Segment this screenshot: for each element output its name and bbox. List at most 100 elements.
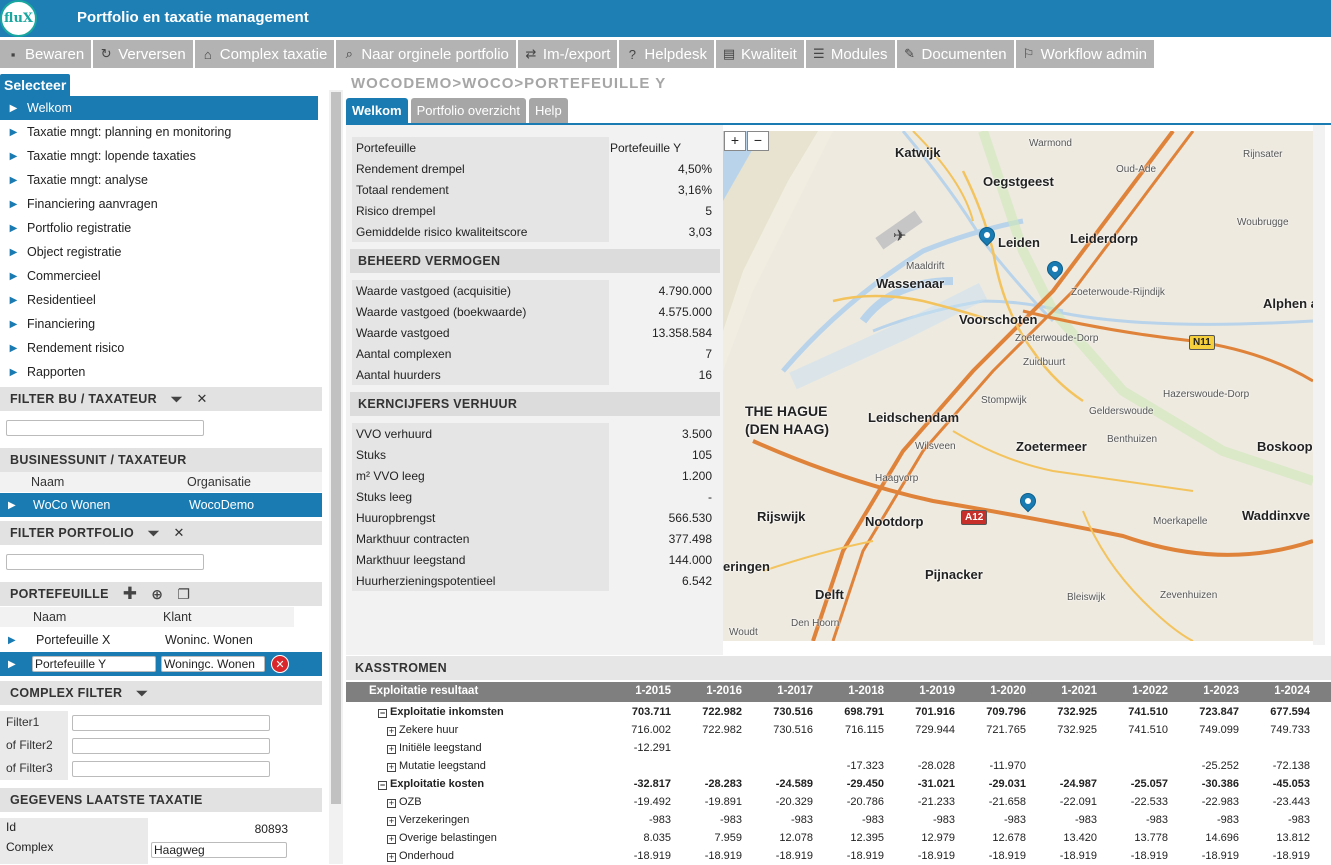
nav-item-welkom[interactable]: ▶ Welkom — [0, 96, 318, 120]
kasstromen-row[interactable]: − Exploitatie inkomsten 703.711 722.982 730.… — [346, 703, 1331, 721]
naar-orginele-portfolio-button[interactable]: ⌕ Naar orginele portfolio — [336, 40, 516, 68]
zoom-out-button[interactable]: − — [747, 131, 769, 151]
delete-icon[interactable]: ✕ — [271, 655, 289, 673]
filter3-input[interactable] — [72, 761, 270, 777]
pf-col-naam[interactable]: Naam — [33, 610, 66, 624]
add-icon[interactable]: ✚ — [123, 584, 138, 604]
modules-button[interactable]: ☰ Modules — [805, 40, 895, 68]
kasstromen-cell: -18.919 — [917, 850, 955, 862]
complex-taxatie-button[interactable]: ⌂ Complex taxatie — [194, 40, 335, 68]
nav-item-label: Commercieel — [27, 269, 101, 283]
filter-portfolio-input[interactable] — [6, 554, 204, 570]
year-header[interactable]: 1-2020 — [956, 685, 1026, 697]
beheerd-value: 7 — [705, 346, 712, 361]
nav-item-rapporten[interactable]: ▶ Rapporten — [0, 360, 318, 384]
kasstromen-cell: -983 — [861, 814, 884, 826]
bu-row[interactable]: ▶ WoCo Wonen WocoDemo — [0, 493, 322, 517]
documenten-button[interactable]: ✎ Documenten — [896, 40, 1014, 68]
bewaren-button[interactable]: ▪ Bewaren — [0, 40, 92, 68]
collapse-icon[interactable]: − — [378, 781, 387, 790]
funnel-icon[interactable]: ⏷ — [171, 391, 183, 408]
nav-arrow-icon: ▶ — [9, 150, 18, 162]
map-view[interactable]: ✈ Katwijk Oegstgeest Leiden Leiderdorp Wasse… — [723, 131, 1313, 641]
flux-logo[interactable]: fluX — [0, 0, 37, 37]
kwaliteit-button[interactable]: ▤ Kwaliteit — [715, 40, 804, 68]
pf-row-selected[interactable]: ▶ ✕ — [0, 652, 322, 676]
funnel-icon[interactable]: ⏷ — [148, 525, 160, 542]
nav-item-taxatie-mngt-analyse[interactable]: ▶ Taxatie mngt: analyse — [0, 168, 318, 192]
verversen-button[interactable]: ↻ Verversen — [93, 40, 193, 68]
pf-col-klant[interactable]: Klant — [163, 610, 192, 624]
im-export-button[interactable]: ⇄ Im-/export — [517, 40, 618, 68]
nav-item-object-registratie[interactable]: ▶ Object registratie — [0, 240, 318, 264]
kasstromen-row[interactable]: + Zekere huur 716.002 722.982 730.516 716.115… — [346, 721, 1331, 739]
collapse-icon[interactable]: − — [378, 709, 387, 718]
filter-bu-input[interactable] — [6, 420, 204, 436]
nav-item-financiering[interactable]: ▶ Financiering — [0, 312, 318, 336]
expand-icon[interactable]: + — [387, 799, 396, 808]
map-label: eringen — [723, 559, 770, 574]
expand-icon[interactable]: + — [387, 763, 396, 772]
tab-help[interactable]: Help — [528, 98, 568, 124]
tab-welkom[interactable]: Welkom — [346, 98, 408, 124]
close-icon[interactable]: ✕ — [196, 391, 207, 407]
nav-item-financiering-aanvragen[interactable]: ▶ Financiering aanvragen — [0, 192, 318, 216]
kasstromen-cell: -24.589 — [775, 778, 813, 790]
kasstromen-cell: -17.323 — [846, 760, 884, 772]
kasstromen-row[interactable]: + Overige belastingen 8.035 7.959 12.078 12.3… — [346, 829, 1331, 847]
funnel-icon[interactable]: ⏷ — [136, 685, 148, 702]
tab-portfolio-overzicht[interactable]: Portfolio overzicht — [410, 98, 526, 124]
zoom-in-icon[interactable]: ⊕ — [151, 586, 163, 603]
filter2-input[interactable] — [72, 738, 270, 754]
year-header[interactable]: 1-2022 — [1098, 685, 1168, 697]
kasstromen-row[interactable]: − Exploitatie kosten -32.817 -28.283 -24.589… — [346, 775, 1331, 793]
year-header[interactable]: 1-2021 — [1027, 685, 1097, 697]
expand-icon[interactable]: + — [387, 835, 396, 844]
pf-naam-input[interactable] — [32, 656, 156, 672]
kasstromen-row[interactable]: + Verzekeringen -983 -983 -983 -983 -983 -983 -9… — [346, 811, 1331, 829]
gegevens-complex-input[interactable] — [151, 842, 287, 858]
nav-item-residentieel[interactable]: ▶ Residentieel — [0, 288, 318, 312]
kasstromen-row[interactable]: + Onderhoud -18.919 -18.919 -18.919 -18.919 -1… — [346, 847, 1331, 865]
expand-icon[interactable]: + — [387, 745, 396, 754]
nav-item-commercieel[interactable]: ▶ Commercieel — [0, 264, 318, 288]
kasstromen-row[interactable]: + Mutatie leegstand -17.323 -28.028 -11.970 -… — [346, 757, 1331, 775]
year-header[interactable]: 1-2017 — [743, 685, 813, 697]
kasstromen-cell: 732.925 — [1057, 706, 1097, 718]
zoom-in-button[interactable]: + — [724, 131, 746, 151]
summary-label: Rendement drempel — [356, 161, 465, 176]
map-scrollbar[interactable] — [1313, 125, 1325, 645]
kasstromen-row-text: OZB — [399, 796, 422, 808]
year-header[interactable]: 1-2016 — [672, 685, 742, 697]
year-header[interactable]: 1-2024 — [1240, 685, 1310, 697]
year-header[interactable]: 1-2015 — [601, 685, 671, 697]
kasstromen-cell: 722.982 — [702, 706, 742, 718]
year-header[interactable]: 1-2019 — [885, 685, 955, 697]
portefeuille-title: PORTEFEUILLE — [10, 587, 109, 601]
expand-icon[interactable]: + — [387, 853, 396, 862]
left-scrollbar-thumb[interactable] — [331, 92, 341, 804]
workflow-admin-button[interactable]: ⚐ Workflow admin — [1015, 40, 1155, 68]
nav-item-rendement-risico[interactable]: ▶ Rendement risico — [0, 336, 318, 360]
expand-icon[interactable]: + — [387, 727, 396, 736]
year-header[interactable]: 1-2018 — [814, 685, 884, 697]
year-header[interactable]: 1-2023 — [1169, 685, 1239, 697]
expand-icon[interactable]: + — [387, 817, 396, 826]
kasstromen-row[interactable]: + OZB -19.492 -19.891 -20.329 -20.786 -21.233 -… — [346, 793, 1331, 811]
pf-klant-input[interactable] — [161, 656, 265, 672]
beheerd-row: Aantal complexen 7 — [352, 343, 712, 364]
nav-item-taxatie-mngt-planning-en-monitoring[interactable]: ▶ Taxatie mngt: planning en monitoring — [0, 120, 318, 144]
helpdesk-button[interactable]: ? Helpdesk — [619, 40, 714, 68]
bu-col-naam[interactable]: Naam — [31, 475, 64, 489]
pf-row[interactable]: ▶ Portefeuille X Woninc. Wonen — [0, 628, 322, 652]
close-icon[interactable]: ✕ — [174, 525, 185, 541]
bu-col-organisatie[interactable]: Organisatie — [187, 475, 251, 489]
kasstromen-row[interactable]: + Initiële leegstand -12.291 — [346, 739, 1331, 757]
kasstromen-row-label: − Exploitatie kosten — [378, 778, 484, 790]
filter1-input[interactable] — [72, 715, 270, 731]
selecteer-tab[interactable]: Selecteer — [0, 74, 71, 96]
copy-icon[interactable]: ❐ — [177, 586, 190, 603]
nav-item-portfolio-registratie[interactable]: ▶ Portfolio registratie — [0, 216, 318, 240]
kasstromen-cell: -983 — [1074, 814, 1097, 826]
nav-item-taxatie-mngt-lopende-taxaties[interactable]: ▶ Taxatie mngt: lopende taxaties — [0, 144, 318, 168]
